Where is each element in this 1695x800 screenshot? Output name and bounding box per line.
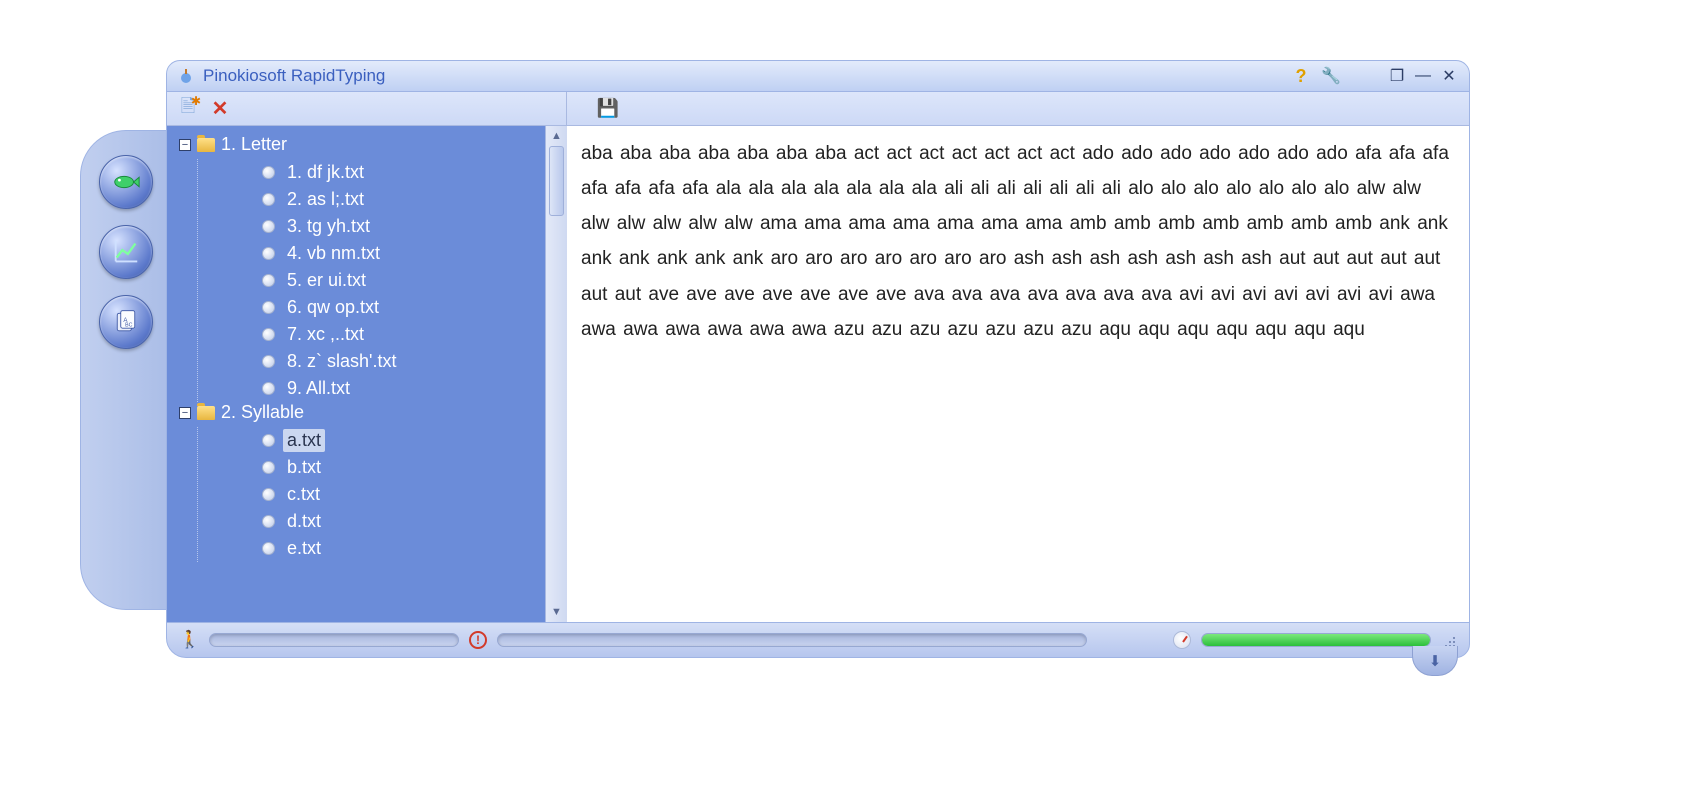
error-indicator-icon: ! <box>469 631 487 649</box>
tree-file-group: 1. df jk.txt 2. as l;.txt 3. tg yh.txt 4. v… <box>197 159 559 402</box>
toolbar-right: 💾 <box>567 92 1469 125</box>
file-bullet-icon <box>262 166 275 179</box>
minimize-button[interactable]: — <box>1413 66 1433 86</box>
tree-file[interactable]: c.txt <box>262 481 559 508</box>
file-label: 3. tg yh.txt <box>283 215 374 238</box>
fish-icon <box>111 167 141 197</box>
svg-text:BC: BC <box>125 322 133 328</box>
file-bullet-icon <box>262 247 275 260</box>
app-icon <box>177 67 195 85</box>
tree-file[interactable]: 3. tg yh.txt <box>262 213 559 240</box>
tree-file[interactable]: 2. as l;.txt <box>262 186 559 213</box>
tree-file[interactable]: d.txt <box>262 508 559 535</box>
file-bullet-icon <box>262 382 275 395</box>
file-bullet-icon <box>262 301 275 314</box>
statistics-button[interactable] <box>99 225 153 279</box>
content-area: − 1. Letter 1. df jk.txt 2. as l;.txt 3. tg … <box>167 126 1469 622</box>
lesson-editor-button[interactable]: A BC <box>99 295 153 349</box>
tree-file[interactable]: 8. z` slash'.txt <box>262 348 559 375</box>
scroll-track[interactable] <box>546 146 567 602</box>
file-bullet-icon <box>262 355 275 368</box>
file-label: d.txt <box>283 510 325 533</box>
tree-file[interactable]: 4. vb nm.txt <box>262 240 559 267</box>
file-label: 8. z` slash'.txt <box>283 350 400 373</box>
status-bar: 🚶 ! ⬇ <box>166 622 1470 658</box>
tree-scrollbar[interactable]: ▲ ▼ <box>545 126 567 622</box>
file-bullet-icon <box>262 193 275 206</box>
file-bullet-icon <box>262 515 275 528</box>
file-tree-panel: − 1. Letter 1. df jk.txt 2. as l;.txt 3. tg … <box>167 126 567 622</box>
file-label: a.txt <box>283 429 325 452</box>
file-label: 9. All.txt <box>283 377 354 400</box>
tree-file[interactable]: e.txt <box>262 535 559 562</box>
lessons-button[interactable] <box>99 155 153 209</box>
tree-file[interactable]: b.txt <box>262 454 559 481</box>
close-button[interactable]: ✕ <box>1439 66 1459 86</box>
side-rail: A BC <box>80 130 170 610</box>
file-label: c.txt <box>283 483 324 506</box>
tree-file[interactable]: 7. xc ,..txt <box>262 321 559 348</box>
file-label: 7. xc ,..txt <box>283 323 368 346</box>
folder-icon <box>197 138 215 152</box>
scroll-down-arrow[interactable]: ▼ <box>546 602 567 622</box>
collapse-toggle[interactable]: − <box>179 139 191 151</box>
folder-label: 1. Letter <box>221 134 287 155</box>
file-label: 6. qw op.txt <box>283 296 383 319</box>
main-frame: 🗎 ✕ 💾 − 1. Letter 1. df jk.txt 2. as l;.txt… <box>166 92 1470 622</box>
progress-track-1[interactable] <box>209 633 459 647</box>
progress-track-2[interactable] <box>497 633 1087 647</box>
new-document-button[interactable]: 🗎 <box>177 98 199 120</box>
tree-file[interactable]: 9. All.txt <box>262 375 559 402</box>
tree-folder[interactable]: − 2. Syllable <box>179 402 559 423</box>
toolbar: 🗎 ✕ 💾 <box>167 92 1469 126</box>
lesson-text-panel[interactable]: aba aba aba aba aba aba aba act act act … <box>567 126 1469 622</box>
expand-down-button[interactable]: ⬇ <box>1412 646 1458 676</box>
speed-track[interactable] <box>1201 633 1431 647</box>
file-label: 1. df jk.txt <box>283 161 368 184</box>
file-label: e.txt <box>283 537 325 560</box>
collapse-toggle[interactable]: − <box>179 407 191 419</box>
tree-file-group: a.txt b.txt c.txt d.txt e.txt <box>197 427 559 562</box>
person-icon: 🚶 <box>181 631 199 649</box>
file-bullet-icon <box>262 328 275 341</box>
tree-file[interactable]: 6. qw op.txt <box>262 294 559 321</box>
tree-folder[interactable]: − 1. Letter <box>179 134 559 155</box>
file-bullet-icon <box>262 434 275 447</box>
file-bullet-icon <box>262 274 275 287</box>
file-bullet-icon <box>262 542 275 555</box>
delete-document-button[interactable]: ✕ <box>209 98 231 120</box>
toolbar-left: 🗎 ✕ <box>167 92 567 125</box>
help-button[interactable]: ? <box>1291 66 1311 86</box>
chart-icon <box>111 237 141 267</box>
folder-label: 2. Syllable <box>221 402 304 423</box>
file-bullet-icon <box>262 220 275 233</box>
save-button[interactable]: 💾 <box>597 98 619 120</box>
resize-grip[interactable] <box>1441 633 1455 647</box>
title-bar: Pinokiosoft RapidTyping ? 🔧 ❐ — ✕ <box>166 60 1470 92</box>
app-title: Pinokiosoft RapidTyping <box>203 66 385 86</box>
folder-icon <box>197 406 215 420</box>
speed-gauge-icon <box>1173 631 1191 649</box>
file-label: 5. er ui.txt <box>283 269 370 292</box>
file-label: 4. vb nm.txt <box>283 242 384 265</box>
app-window: A BC Pinokiosoft RapidTyping ? 🔧 ❐ — ✕ 🗎… <box>80 60 1470 660</box>
scroll-thumb[interactable] <box>549 146 564 216</box>
scroll-up-arrow[interactable]: ▲ <box>546 126 567 146</box>
file-bullet-icon <box>262 488 275 501</box>
tree-file[interactable]: a.txt <box>262 427 559 454</box>
tree-file[interactable]: 5. er ui.txt <box>262 267 559 294</box>
tree-file[interactable]: 1. df jk.txt <box>262 159 559 186</box>
file-bullet-icon <box>262 461 275 474</box>
restore-button[interactable]: ❐ <box>1387 66 1407 86</box>
documents-icon: A BC <box>112 308 140 336</box>
file-label: 2. as l;.txt <box>283 188 368 211</box>
settings-button[interactable]: 🔧 <box>1321 66 1341 86</box>
file-label: b.txt <box>283 456 325 479</box>
file-tree: − 1. Letter 1. df jk.txt 2. as l;.txt 3. tg … <box>167 126 567 570</box>
